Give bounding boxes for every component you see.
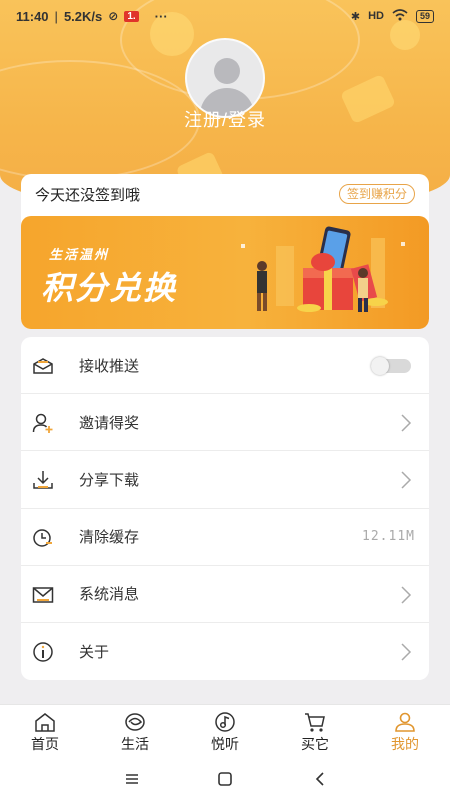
cache-size-value: 12.11M	[362, 529, 415, 545]
menu-item-share-download[interactable]: 分享下载	[21, 451, 429, 509]
tab-label: 生活	[121, 736, 149, 752]
tab-home[interactable]: 首页	[0, 705, 90, 759]
menu-item-label: 清除缓存	[79, 529, 140, 547]
menu-item-system-messages[interactable]: 系统消息	[21, 566, 429, 623]
system-navigation-bar	[0, 759, 450, 800]
info-icon	[33, 642, 53, 662]
tab-label: 我的	[391, 736, 419, 752]
envelope-open-icon	[33, 358, 53, 374]
add-user-icon	[32, 413, 53, 434]
signin-status-text: 今天还没签到哦	[35, 186, 141, 204]
silent-icon: ⊘	[108, 9, 119, 23]
more-icon: ···	[154, 8, 168, 24]
signin-row: 今天还没签到哦 签到赚积分	[21, 174, 429, 214]
menu-item-label: 分享下载	[79, 471, 140, 489]
tab-label: 悦听	[211, 736, 239, 752]
profile-icon	[395, 712, 415, 732]
tab-label: 买它	[301, 736, 329, 752]
status-divider: |	[54, 8, 58, 24]
settings-menu: 接收推送 邀请得奖 分享下载 清除缓存 12.11M 系统消息 关于	[21, 337, 429, 680]
points-exchange-banner[interactable]: 生活温州 积分兑换	[21, 216, 429, 329]
home-icon	[35, 713, 55, 732]
menu-item-label: 系统消息	[79, 586, 140, 604]
avatar-head	[214, 58, 240, 84]
back-icon[interactable]	[310, 769, 330, 789]
tab-life[interactable]: 生活	[90, 705, 180, 759]
banner-illustration	[241, 226, 405, 312]
menu-item-label: 关于	[79, 644, 110, 662]
cart-icon	[305, 713, 325, 732]
menu-item-about[interactable]: 关于	[21, 623, 429, 680]
signin-card: 今天还没签到哦 签到赚积分 生活温州 积分兑换	[21, 174, 429, 329]
bluetooth-icon: ✱	[350, 10, 361, 23]
chevron-right-icon	[401, 586, 412, 604]
tab-label: 首页	[31, 736, 59, 752]
menu-item-label: 邀请得奖	[79, 414, 140, 432]
life-icon	[125, 713, 145, 731]
status-bar: 11:40 | 5.2K/s ⊘ 1. ··· ✱ HD 59	[0, 0, 450, 32]
toggle-knob	[371, 357, 389, 375]
mail-icon	[32, 587, 54, 603]
status-time: 11:40	[16, 8, 49, 24]
menu-item-push[interactable]: 接收推送	[21, 337, 429, 395]
menu-icon[interactable]	[122, 769, 142, 789]
menu-item-clear-cache[interactable]: 清除缓存 12.11M	[21, 509, 429, 566]
music-icon	[215, 712, 235, 732]
signin-button[interactable]: 签到赚积分	[338, 184, 415, 204]
tab-mine[interactable]: 我的	[360, 705, 450, 759]
home-button-icon[interactable]	[215, 769, 235, 789]
status-net-speed: 5.2K/s	[63, 8, 103, 24]
login-register-link[interactable]: 注册/登录	[0, 106, 450, 132]
chevron-right-icon	[401, 643, 412, 661]
clock-clear-icon	[33, 528, 52, 547]
battery-indicator: 59	[415, 9, 434, 23]
wifi-icon	[392, 8, 408, 24]
signal-icon: HD	[368, 10, 384, 22]
menu-item-label: 接收推送	[79, 357, 140, 375]
notification-badge: 1.	[124, 10, 139, 22]
chevron-right-icon	[401, 471, 412, 489]
chevron-right-icon	[401, 414, 412, 432]
tab-listen[interactable]: 悦听	[180, 705, 270, 759]
bottom-tab-bar: 首页 生活 悦听 买它 我的	[0, 704, 450, 759]
push-toggle[interactable]	[371, 357, 411, 375]
menu-item-invite[interactable]: 邀请得奖	[21, 394, 429, 452]
tab-buy[interactable]: 买它	[270, 705, 360, 759]
download-icon	[33, 471, 53, 490]
